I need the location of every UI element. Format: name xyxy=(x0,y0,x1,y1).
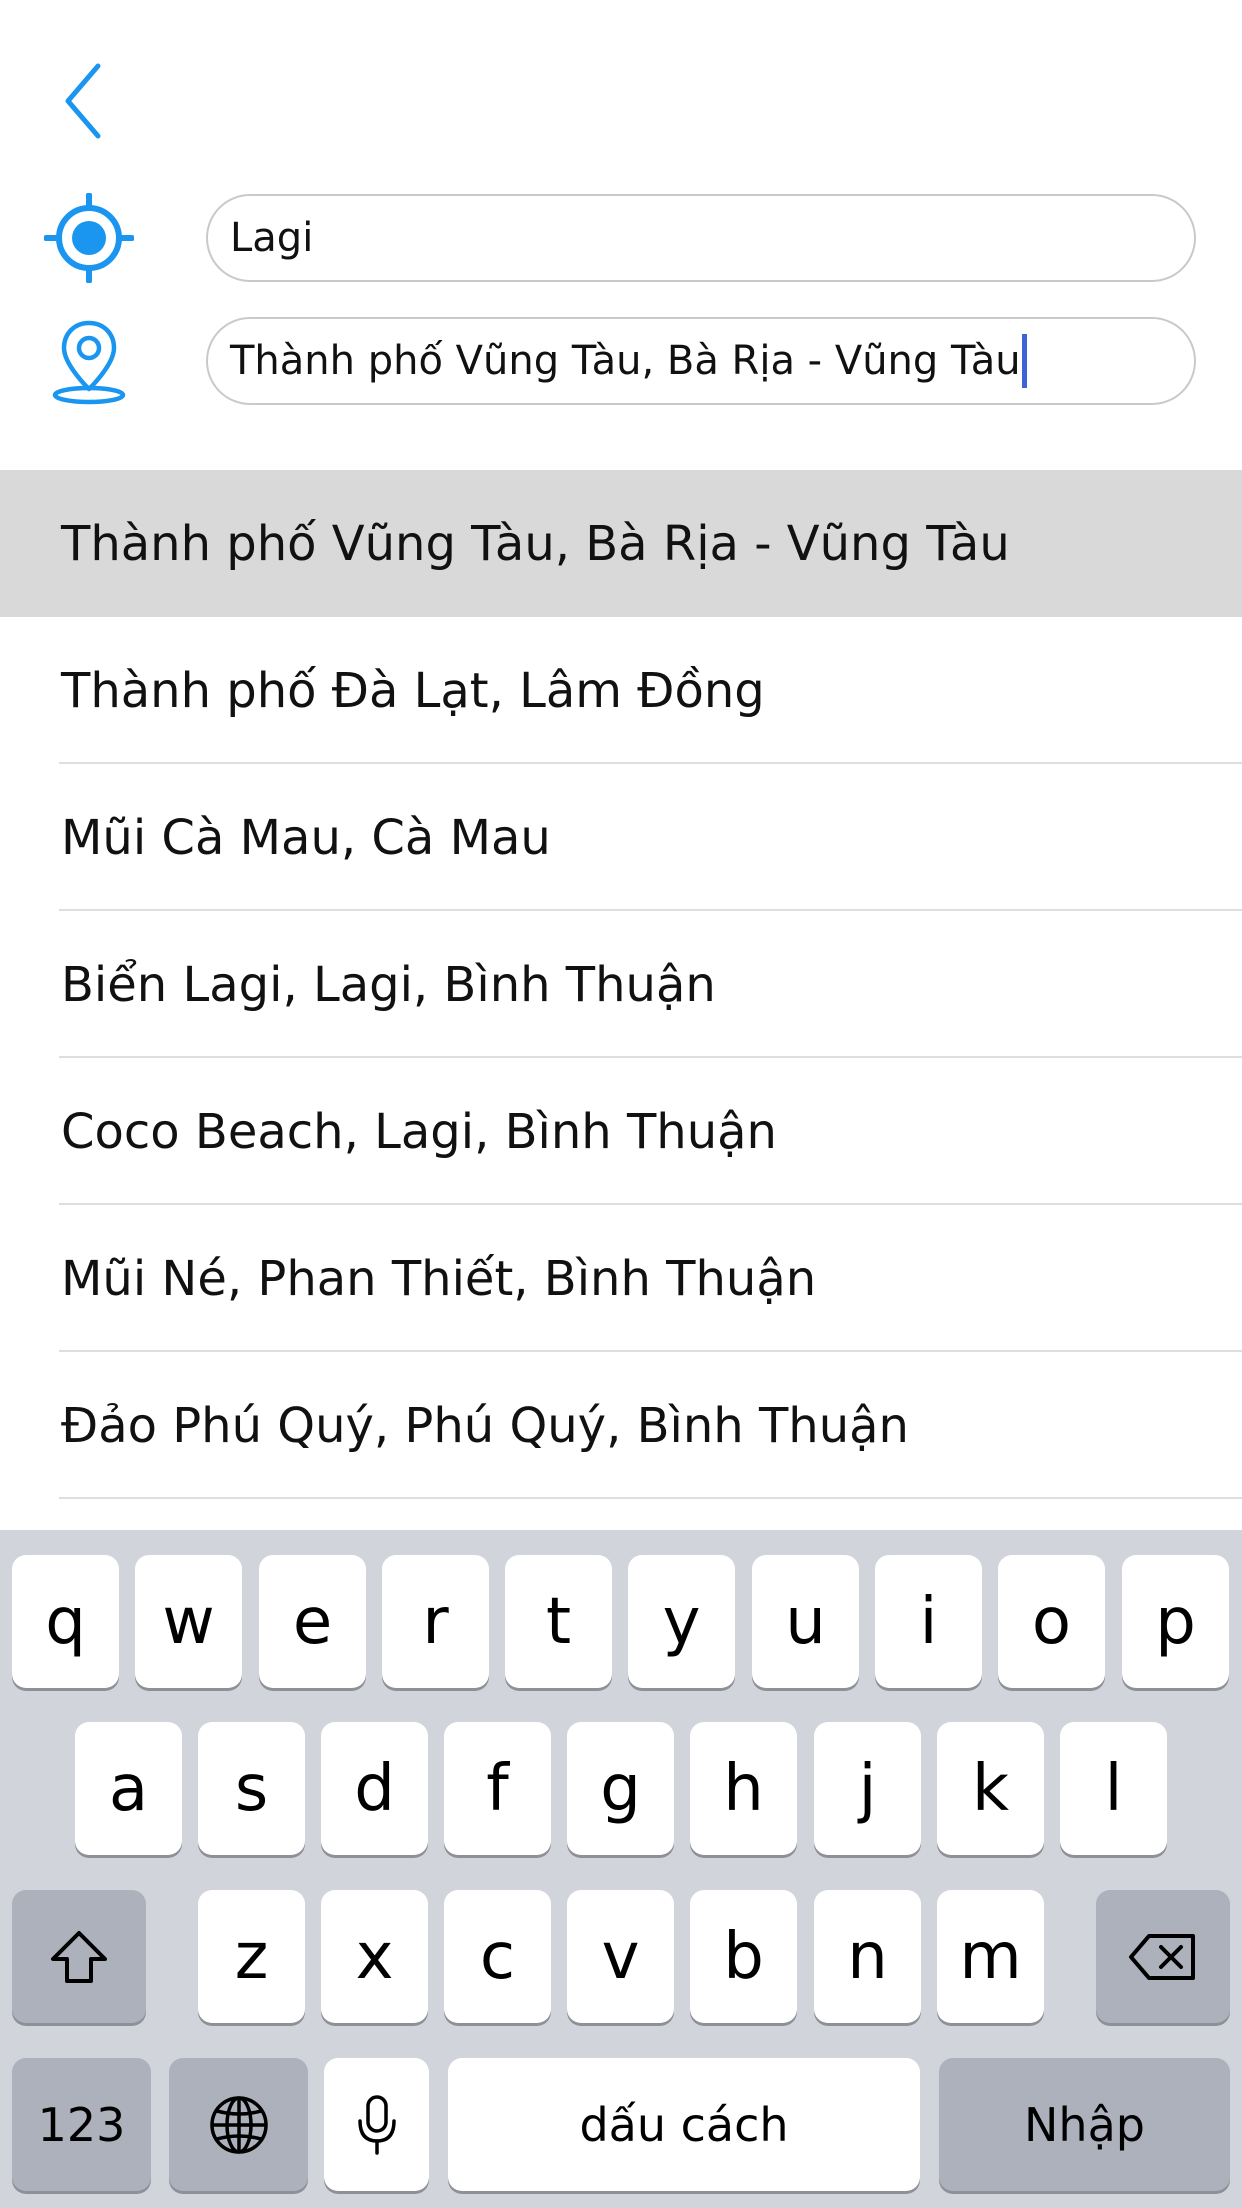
key-u[interactable]: u xyxy=(752,1555,859,1688)
suggestion-list: Thành phố Vũng Tàu, Bà Rịa - Vũng Tàu Th… xyxy=(0,470,1242,1530)
route-header: Lagi Thành phố Vũng Tàu, Bà Rịa - Vũng T… xyxy=(0,0,1242,470)
key-s[interactable]: s xyxy=(198,1722,305,1855)
divider xyxy=(59,1497,1242,1499)
key-n[interactable]: n xyxy=(814,1890,921,2023)
numbers-key[interactable]: 123 xyxy=(12,2058,151,2191)
key-h[interactable]: h xyxy=(690,1722,797,1855)
back-button[interactable] xyxy=(52,56,116,146)
origin-input[interactable]: Lagi xyxy=(206,194,1196,282)
key-y[interactable]: y xyxy=(628,1555,735,1688)
suggestion-item[interactable]: Thành phố Vũng Tàu, Bà Rịa - Vũng Tàu xyxy=(0,470,1242,617)
key-i[interactable]: i xyxy=(875,1555,982,1688)
key-c[interactable]: c xyxy=(444,1890,551,2023)
suggestion-item[interactable]: Thành phố Đà Lạt, Lâm Đồng xyxy=(0,617,1242,764)
backspace-icon xyxy=(1129,1933,1195,1980)
globe-key[interactable] xyxy=(169,2058,308,2191)
return-key[interactable]: Nhập xyxy=(939,2058,1230,2191)
suggestion-label: Thành phố Đà Lạt, Lâm Đồng xyxy=(61,662,765,719)
suggestion-item[interactable]: Coco Beach, Lagi, Bình Thuận xyxy=(0,1058,1242,1205)
crosshair-location-icon xyxy=(43,192,135,284)
suggestion-label: Mũi Né, Phan Thiết, Bình Thuận xyxy=(61,1250,817,1307)
key-w[interactable]: w xyxy=(135,1555,242,1688)
suggestion-item[interactable]: Đảo Phú Quý, Phú Quý, Bình Thuận xyxy=(0,1352,1242,1499)
destination-input-value: Thành phố Vũng Tàu, Bà Rịa - Vũng Tàu xyxy=(230,338,1021,384)
key-l[interactable]: l xyxy=(1060,1722,1167,1855)
key-d[interactable]: d xyxy=(321,1722,428,1855)
destination-input[interactable]: Thành phố Vũng Tàu, Bà Rịa - Vũng Tàu xyxy=(206,317,1196,405)
microphone-key[interactable] xyxy=(324,2058,429,2191)
key-t[interactable]: t xyxy=(505,1555,612,1688)
suggestion-label: Biển Lagi, Lagi, Bình Thuận xyxy=(61,956,716,1013)
key-v[interactable]: v xyxy=(567,1890,674,2023)
key-q[interactable]: q xyxy=(12,1555,119,1688)
globe-icon xyxy=(209,2095,268,2154)
key-p[interactable]: p xyxy=(1122,1555,1229,1688)
key-g[interactable]: g xyxy=(567,1722,674,1855)
suggestion-label: Mũi Cà Mau, Cà Mau xyxy=(61,809,551,866)
key-r[interactable]: r xyxy=(382,1555,489,1688)
key-z[interactable]: z xyxy=(198,1890,305,2023)
suggestion-item[interactable]: Biển Lagi, Lagi, Bình Thuận xyxy=(0,911,1242,1058)
key-b[interactable]: b xyxy=(690,1890,797,2023)
key-j[interactable]: j xyxy=(814,1722,921,1855)
space-key[interactable]: dấu cách xyxy=(448,2058,920,2191)
text-cursor xyxy=(1021,334,1027,388)
suggestion-item[interactable]: Mũi Cà Mau, Cà Mau xyxy=(0,764,1242,911)
key-e[interactable]: e xyxy=(259,1555,366,1688)
shift-arrow-icon xyxy=(51,1930,107,1983)
microphone-icon xyxy=(357,2094,396,2155)
origin-input-value: Lagi xyxy=(230,215,314,261)
suggestion-label: Coco Beach, Lagi, Bình Thuận xyxy=(61,1103,777,1160)
shift-key[interactable] xyxy=(12,1890,146,2023)
key-a[interactable]: a xyxy=(75,1722,182,1855)
key-x[interactable]: x xyxy=(321,1890,428,2023)
key-m[interactable]: m xyxy=(937,1890,1044,2023)
chevron-left-icon xyxy=(65,63,101,139)
delete-key[interactable] xyxy=(1096,1890,1230,2023)
suggestion-item[interactable]: Mũi Né, Phan Thiết, Bình Thuận xyxy=(0,1205,1242,1352)
key-f[interactable]: f xyxy=(444,1722,551,1855)
suggestion-label: Thành phố Vũng Tàu, Bà Rịa - Vũng Tàu xyxy=(61,515,1010,572)
key-k[interactable]: k xyxy=(937,1722,1044,1855)
suggestion-label: Đảo Phú Quý, Phú Quý, Bình Thuận xyxy=(61,1397,909,1454)
map-pin-icon xyxy=(44,317,134,407)
key-o[interactable]: o xyxy=(998,1555,1105,1688)
keyboard: q w e r t y u i o p a s d f g h j k l z … xyxy=(0,1530,1242,2208)
